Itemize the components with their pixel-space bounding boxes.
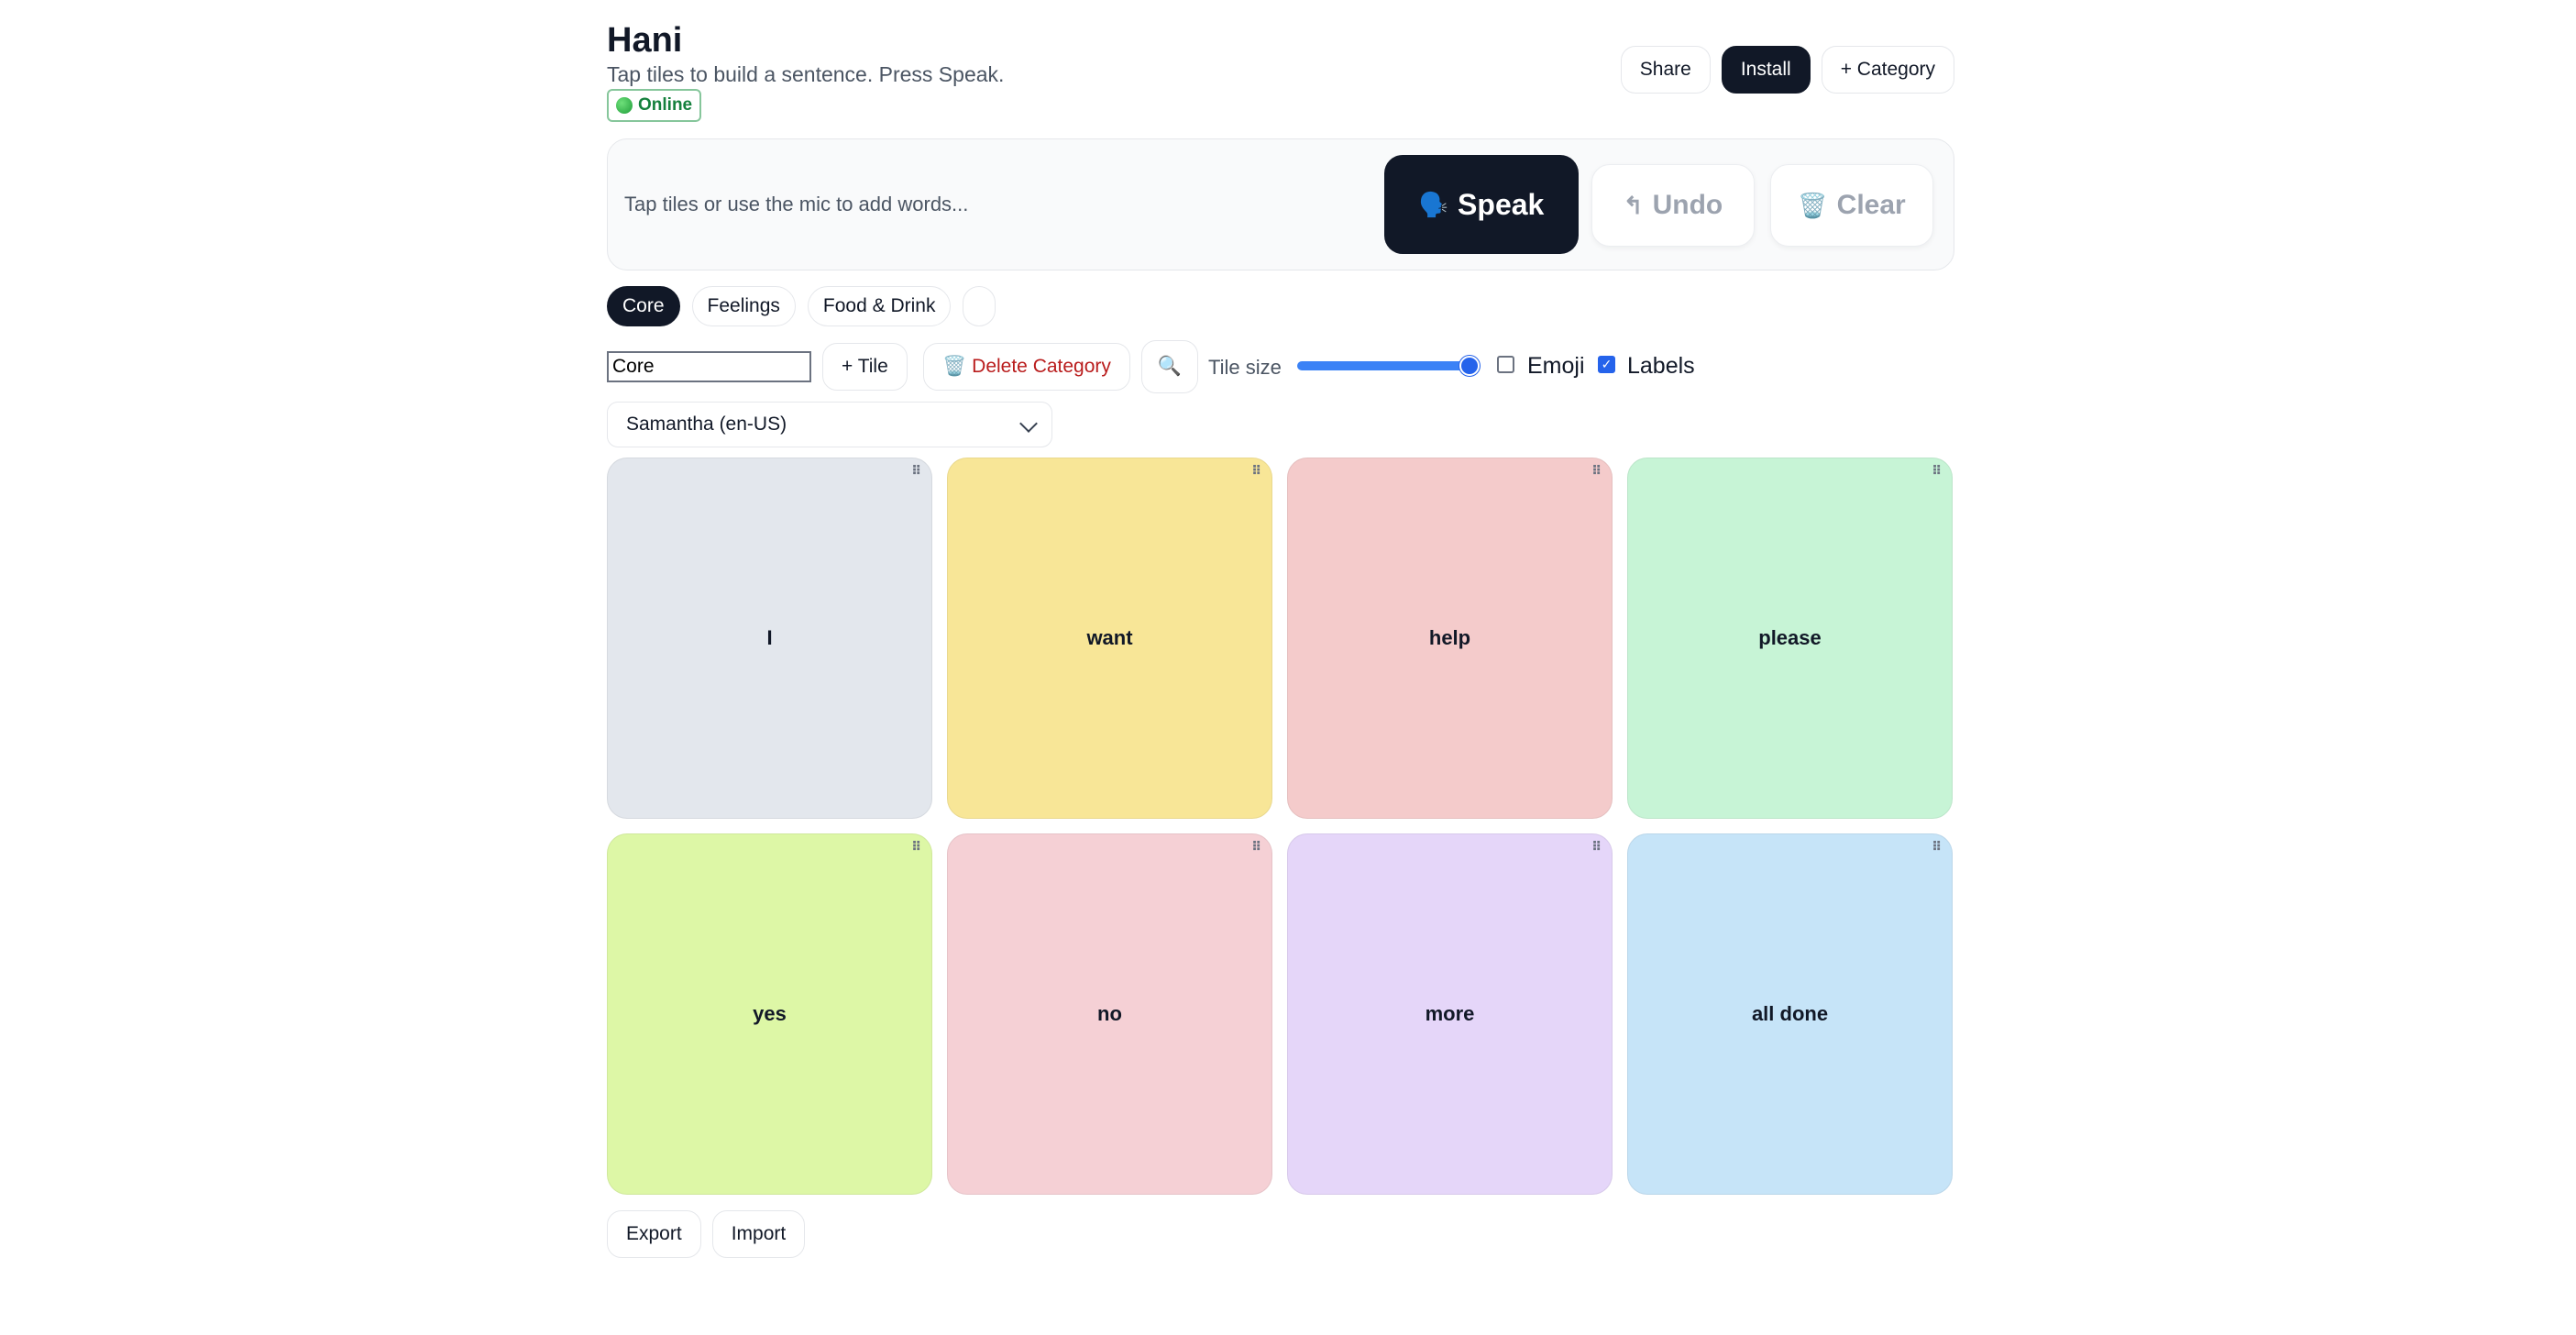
delete-category-label: Delete Category xyxy=(972,356,1111,377)
clear-label: Clear xyxy=(1836,190,1906,220)
delete-category-button[interactable]: 🗑️ Delete Category xyxy=(923,343,1130,391)
chevron-down-icon xyxy=(1019,414,1038,433)
tab-feelings[interactable]: Feelings xyxy=(691,286,796,326)
voice-selected-value: Samantha (en-US) xyxy=(626,414,787,435)
tile-want[interactable]: ⠿ want xyxy=(947,458,1272,819)
tile-i[interactable]: ⠿ I xyxy=(607,458,932,819)
add-category-button[interactable]: + Category xyxy=(1821,46,1954,94)
tile-grid: ⠿ I ⠿ want ⠿ help ⠿ please ⠿ yes ⠿ no ⠿ … xyxy=(607,458,1954,1195)
tab-empty[interactable] xyxy=(963,286,996,326)
category-tabs: Core Feelings Food & Drink xyxy=(607,286,996,326)
search-button[interactable]: 🔍 xyxy=(1141,340,1198,393)
header: Hani Tap tiles to build a sentence. Pres… xyxy=(607,18,1954,124)
undo-arrow-icon: ↰ xyxy=(1623,191,1644,219)
drag-handle-icon[interactable]: ⠿ xyxy=(1932,464,1942,477)
tab-core[interactable]: Core xyxy=(607,286,680,326)
emoji-label: Emoji xyxy=(1527,353,1585,379)
share-button[interactable]: Share xyxy=(1620,46,1711,94)
tile-size-label: Tile size xyxy=(1208,356,1282,379)
export-button[interactable]: Export xyxy=(607,1210,701,1258)
tile-all-done[interactable]: ⠿ all done xyxy=(1627,833,1953,1195)
tile-help[interactable]: ⠿ help xyxy=(1287,458,1613,819)
status-text: Online xyxy=(638,95,693,115)
sentence-placeholder[interactable]: Tap tiles or use the mic to add words... xyxy=(624,193,968,216)
tile-size-slider[interactable] xyxy=(1297,356,1480,376)
undo-button[interactable]: ↰ Undo xyxy=(1591,164,1755,247)
drag-handle-icon[interactable]: ⠿ xyxy=(1591,840,1602,853)
speak-label: Speak xyxy=(1458,187,1545,221)
footer-actions: Export Import xyxy=(607,1210,806,1258)
green-circle-icon xyxy=(616,97,633,114)
check-icon: ✓ xyxy=(1601,357,1613,371)
undo-label: Undo xyxy=(1652,190,1723,220)
tab-food-drink[interactable]: Food & Drink xyxy=(807,286,952,326)
drag-handle-icon[interactable]: ⠿ xyxy=(911,840,921,853)
app-title: Hani xyxy=(607,21,683,60)
tile-label: help xyxy=(1428,626,1471,649)
category-name-input[interactable] xyxy=(607,351,811,382)
tools-row: + Tile 🗑️ Delete Category 🔍 Tile size Em… xyxy=(607,340,1954,395)
install-button[interactable]: Install xyxy=(1721,46,1811,94)
tile-label: more xyxy=(1425,1002,1475,1025)
drag-handle-icon[interactable]: ⠿ xyxy=(1591,464,1602,477)
speak-button[interactable]: 🗣️ Speak xyxy=(1384,155,1579,254)
emoji-checkbox[interactable] xyxy=(1497,356,1514,373)
app-subtitle: Tap tiles to build a sentence. Press Spe… xyxy=(607,62,1005,86)
trash-icon: 🗑️ xyxy=(1798,191,1828,219)
drag-handle-icon[interactable]: ⠿ xyxy=(1251,840,1261,853)
drag-handle-icon[interactable]: ⠿ xyxy=(911,464,921,477)
drag-handle-icon[interactable]: ⠿ xyxy=(1932,840,1942,853)
tile-label: want xyxy=(1086,626,1133,649)
speaking-head-icon: 🗣️ xyxy=(1418,190,1449,218)
header-actions: Share Install + Category xyxy=(1620,46,1954,94)
online-status-badge: Online xyxy=(607,89,702,122)
tile-please[interactable]: ⠿ please xyxy=(1627,458,1953,819)
tile-label: I xyxy=(766,626,773,649)
drag-handle-icon[interactable]: ⠿ xyxy=(1251,464,1261,477)
voice-select[interactable]: Samantha (en-US) xyxy=(607,402,1052,447)
add-tile-button[interactable]: + Tile xyxy=(822,343,908,391)
tile-label: all done xyxy=(1751,1002,1829,1025)
tile-label: please xyxy=(1758,626,1822,649)
tile-yes[interactable]: ⠿ yes xyxy=(607,833,932,1195)
labels-checkbox[interactable]: ✓ xyxy=(1598,356,1615,373)
sentence-bar: Tap tiles or use the mic to add words...… xyxy=(607,138,1954,270)
clear-button[interactable]: 🗑️ Clear xyxy=(1770,164,1933,247)
slider-thumb[interactable] xyxy=(1459,356,1480,376)
import-button[interactable]: Import xyxy=(711,1210,806,1258)
search-icon: 🔍 xyxy=(1157,356,1183,377)
tile-label: no xyxy=(1097,1002,1122,1025)
trash-icon: 🗑️ xyxy=(942,356,967,377)
tile-no[interactable]: ⠿ no xyxy=(947,833,1272,1195)
labels-label: Labels xyxy=(1627,353,1695,379)
app-root: Hani Tap tiles to build a sentence. Pres… xyxy=(607,18,1954,1258)
tile-more[interactable]: ⠿ more xyxy=(1287,833,1613,1195)
tile-label: yes xyxy=(753,1002,787,1025)
